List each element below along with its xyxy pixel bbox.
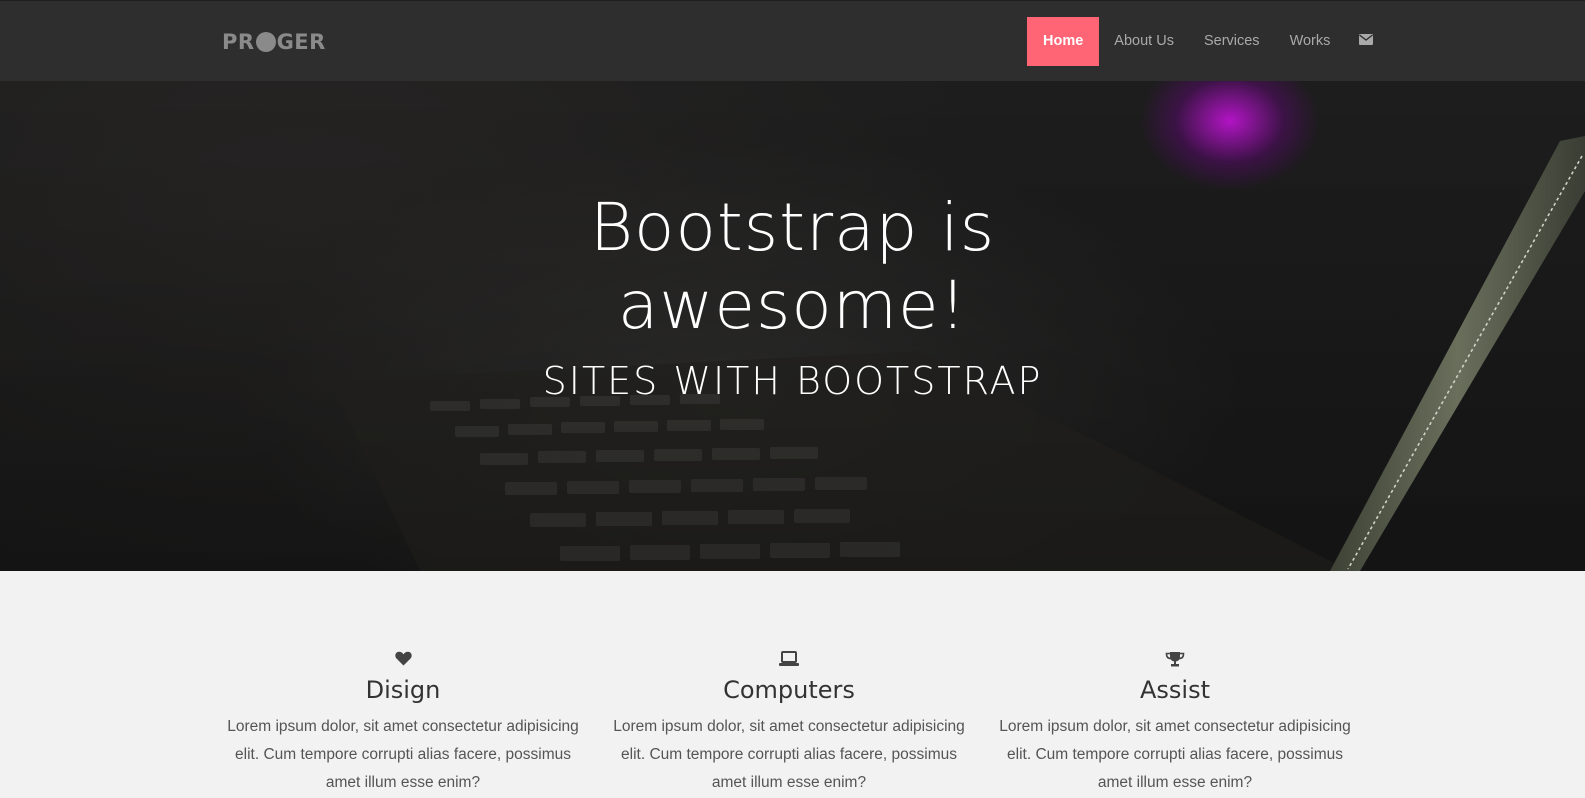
features-section: Disign Lorem ipsum dolor, sit amet conse…	[222, 571, 1360, 798]
heart-icon	[394, 651, 412, 666]
nav-item-contact[interactable]	[1345, 17, 1387, 66]
hero-title: Bootstrap is awesome!	[0, 189, 1585, 345]
feature-title: Computers	[723, 676, 855, 704]
feature-text: Lorem ipsum dolor, sit amet consectetur …	[999, 718, 1351, 791]
feature-title: Assist	[1139, 676, 1210, 704]
hero-title-line-1: Bootstrap is	[589, 189, 996, 266]
nav-item-services[interactable]: Services	[1189, 17, 1275, 66]
feature-text: Lorem ipsum dolor, sit amet consectetur …	[613, 718, 965, 791]
nav-item-works[interactable]: Works	[1275, 17, 1346, 66]
hero-section: Bootstrap is awesome! SITES WITH BOOTSTR…	[0, 81, 1585, 571]
laptop-icon	[779, 651, 799, 666]
feature-title: Disign	[365, 676, 441, 704]
navbar: PR GER Home About Us Services Works	[0, 0, 1585, 81]
main-nav: Home About Us Services Works	[1027, 17, 1387, 66]
envelope-icon	[1359, 34, 1374, 46]
feature-text: Lorem ipsum dolor, sit amet consectetur …	[227, 718, 579, 791]
nav-item-home[interactable]: Home	[1027, 17, 1100, 66]
nav-item-about-us[interactable]: About Us	[1099, 17, 1189, 66]
brand-text-start: PR	[222, 30, 255, 54]
trophy-icon	[1165, 652, 1185, 667]
hero-subtitle: SITES WITH BOOTSTRAP	[542, 359, 1043, 403]
hero-title-line-2: awesome!	[617, 267, 968, 344]
brand-logo[interactable]: PR GER	[222, 30, 326, 54]
brand-text-end: GER	[276, 30, 326, 54]
brand-logo-dot	[255, 32, 276, 52]
